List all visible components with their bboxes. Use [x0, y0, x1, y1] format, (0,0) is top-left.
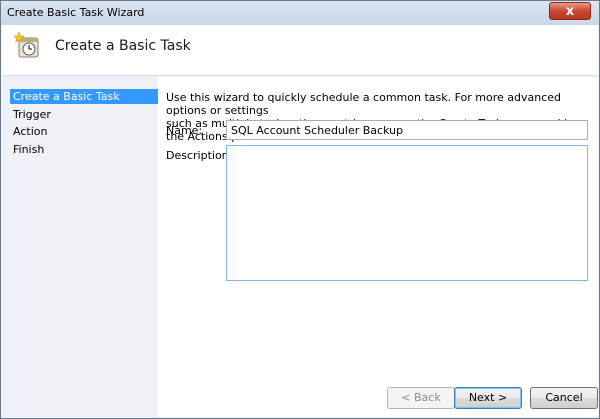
title-bar[interactable]: Create Basic Task Wizard x	[1, 1, 599, 25]
close-icon: x	[565, 4, 575, 19]
intro-line-1: Use this wizard to quickly schedule a co…	[166, 91, 562, 117]
wizard-content: Use this wizard to quickly schedule a co…	[158, 77, 598, 417]
wizard-steps-pane: Create a Basic Task Trigger Action Finis…	[2, 77, 158, 417]
name-input[interactable]	[226, 120, 588, 140]
back-button[interactable]: < Back	[387, 387, 455, 409]
wizard-header: Create a Basic Task	[2, 25, 598, 76]
description-label: Description:	[166, 149, 233, 162]
task-scheduler-clock-icon	[14, 31, 39, 58]
page-title: Create a Basic Task	[55, 38, 191, 54]
description-input[interactable]	[226, 145, 588, 281]
close-button[interactable]: x	[549, 2, 591, 20]
step-trigger[interactable]: Trigger	[10, 107, 158, 122]
window-title: Create Basic Task Wizard	[7, 6, 145, 19]
step-create-basic-task[interactable]: Create a Basic Task	[10, 89, 158, 104]
cancel-button[interactable]: Cancel	[530, 387, 598, 409]
step-action[interactable]: Action	[10, 124, 158, 139]
next-button[interactable]: Next >	[454, 387, 522, 409]
wizard-window: Create Basic Task Wizard x Create a Basi…	[0, 0, 600, 419]
name-label: Name:	[166, 124, 203, 137]
step-finish[interactable]: Finish	[10, 142, 158, 157]
